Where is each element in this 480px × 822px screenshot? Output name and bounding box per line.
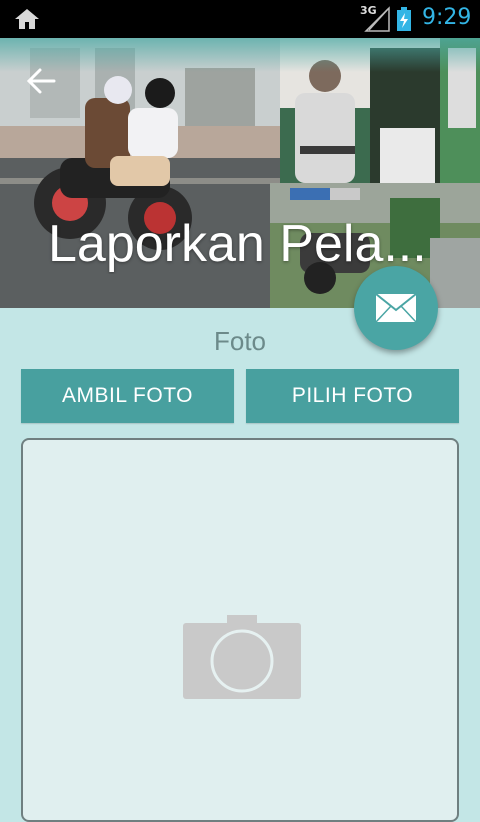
camera-icon xyxy=(183,615,301,699)
battery-charging-icon xyxy=(397,7,411,31)
envelope-icon xyxy=(375,293,417,323)
home-icon xyxy=(15,9,39,29)
take-photo-button[interactable]: AMBIL FOTO xyxy=(21,369,234,423)
back-arrow-icon[interactable] xyxy=(22,64,62,98)
clock: 9:29 xyxy=(422,5,472,30)
page-title: Laporkan Pela... xyxy=(48,215,427,273)
section-label-foto: Foto xyxy=(213,326,267,356)
photo-preview-frame[interactable] xyxy=(21,438,459,822)
status-bar: 3G 9:29 xyxy=(0,0,480,38)
signal-icon xyxy=(364,6,390,32)
choose-photo-button[interactable]: PILIH FOTO xyxy=(246,369,459,423)
